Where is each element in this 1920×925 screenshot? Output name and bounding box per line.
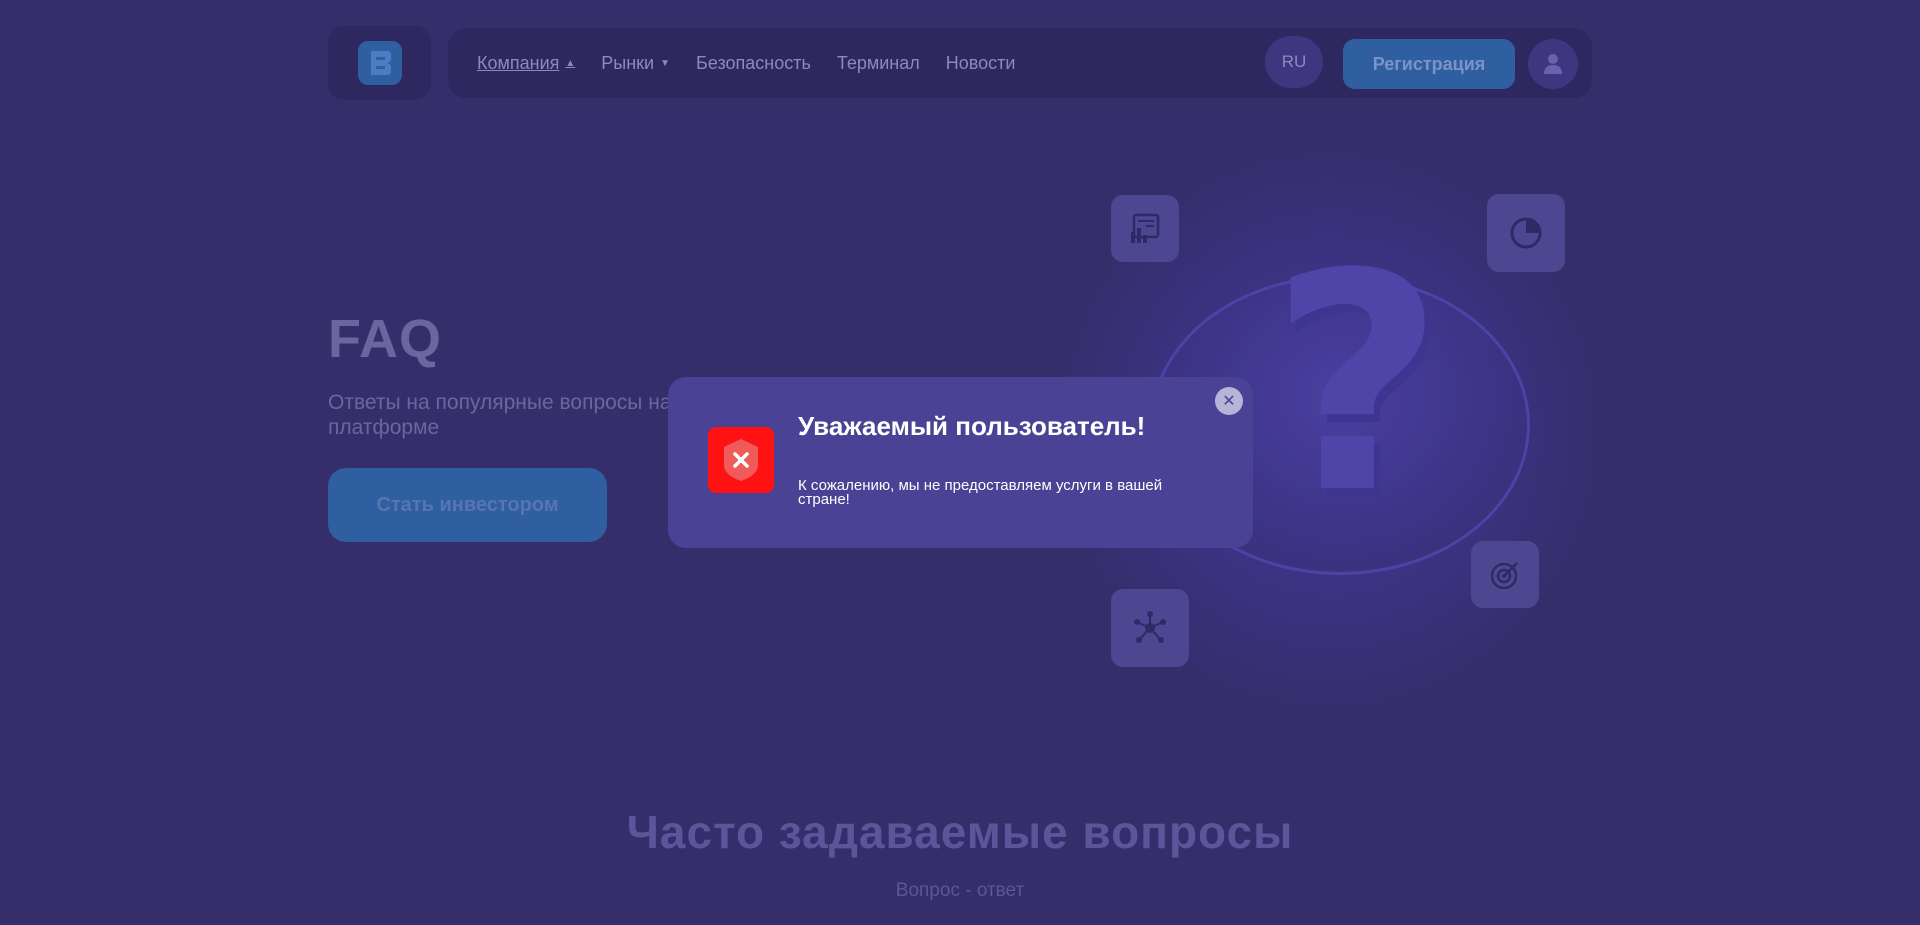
- nav-item-label: Компания: [477, 52, 560, 73]
- logo-link[interactable]: [328, 26, 431, 100]
- close-button[interactable]: ✕: [1215, 387, 1243, 415]
- page: Компания ▲ Рынки ▼ Безопасность Терминал…: [0, 0, 1920, 925]
- language-switcher[interactable]: RU: [1265, 36, 1323, 88]
- modal-message: К сожалению, мы не предоставляем услуги …: [798, 477, 1163, 508]
- register-button[interactable]: Регистрация: [1343, 39, 1515, 89]
- alert-badge: [708, 427, 774, 493]
- nav-item-label: Рынки: [601, 52, 655, 73]
- network-icon: [1111, 589, 1189, 667]
- navigation-bar: Компания ▲ Рынки ▼ Безопасность Терминал…: [448, 28, 1592, 98]
- chevron-up-icon: ▲: [565, 57, 576, 69]
- hero-subtitle: Ответы на популярные вопросы на платформ…: [328, 391, 672, 439]
- close-icon: ✕: [1222, 393, 1236, 410]
- nav-item-markets[interactable]: Рынки ▼: [601, 53, 670, 74]
- faq-subheading: Вопрос - ответ: [895, 880, 1025, 901]
- nav-item-terminal[interactable]: Терминал: [837, 53, 920, 74]
- nav-item-company[interactable]: Компания ▲: [477, 53, 575, 74]
- chevron-down-icon: ▼: [660, 57, 671, 69]
- user-account-button[interactable]: [1528, 39, 1578, 89]
- faq-heading: Часто задаваемые вопросы: [626, 806, 1294, 858]
- brand-logo: [357, 41, 402, 85]
- become-investor-button[interactable]: Стать инвестором: [328, 468, 607, 542]
- page-title: FAQ: [328, 309, 443, 369]
- nav-item-label: Новости: [945, 52, 1016, 73]
- nav-item-label: Безопасность: [696, 52, 811, 73]
- target-icon: [1471, 541, 1539, 608]
- region-restriction-modal: Уважаемый пользователь! К сожалению, мы …: [668, 377, 1253, 548]
- question-mark-illustration: ?: [1270, 210, 1445, 559]
- nav-links: Компания ▲ Рынки ▼ Безопасность Терминал…: [477, 28, 1041, 98]
- nav-item-news[interactable]: Новости: [946, 53, 1016, 74]
- user-icon: [1544, 54, 1562, 74]
- chart-pie-icon: [1487, 194, 1565, 272]
- nav-item-label: Терминал: [836, 52, 920, 73]
- shield-x-icon: [724, 439, 758, 481]
- modal-title: Уважаемый пользователь!: [798, 411, 1146, 441]
- report-icon: [1111, 195, 1179, 262]
- nav-item-security[interactable]: Безопасность: [696, 53, 811, 74]
